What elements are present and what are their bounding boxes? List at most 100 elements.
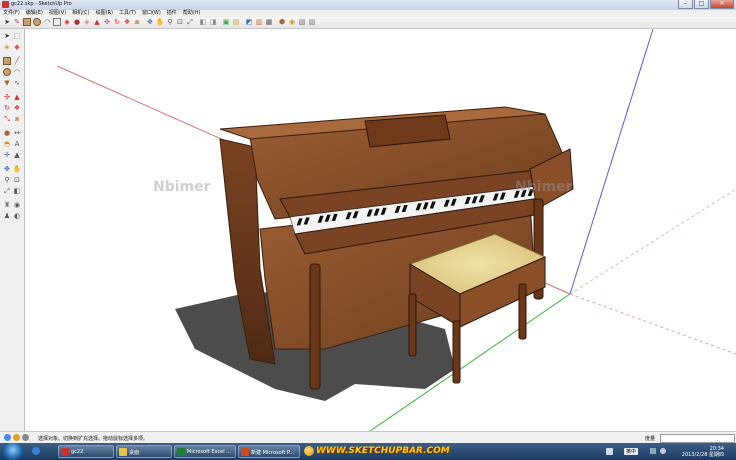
menu-help[interactable]: 帮助(H) (183, 10, 201, 17)
menu-file[interactable]: 文件(F) (3, 10, 20, 17)
rotate-icon[interactable]: ↻ (113, 18, 121, 26)
dimension-icon[interactable]: ↔ (13, 129, 21, 137)
blue-axis (569, 29, 654, 295)
tape-measure-side-icon[interactable]: ● (3, 129, 11, 137)
look-around-icon[interactable]: ◉ (13, 201, 21, 209)
offset-icon[interactable]: ⧈ (133, 18, 141, 26)
next-view-icon[interactable]: ◨ (209, 18, 217, 26)
circle-icon[interactable] (33, 18, 41, 26)
polygon-icon[interactable]: ▼ (3, 79, 11, 87)
select-icon[interactable]: ➤ (3, 32, 11, 40)
section-plane-icon[interactable]: ◐ (13, 212, 21, 220)
extension-warehouse-icon[interactable]: ◉ (288, 18, 296, 26)
share-model-icon[interactable]: ▤ (232, 18, 240, 26)
lasso-icon[interactable]: ⬚ (13, 32, 21, 40)
taskbar: gc22 桌面 Microsoft Excel ... 新建 Microsoft… (0, 443, 736, 460)
arc-side-icon[interactable]: ◠ (13, 68, 21, 76)
circle-side-icon[interactable] (3, 68, 11, 76)
taskbar-item-gc22[interactable]: gc22 (58, 445, 114, 458)
menu-bar: 文件(F) 编辑(E) 视图(V) 相机(C) 绘图(R) 工具(T) 窗口(W… (0, 10, 736, 17)
status-hint: 选择对象。切换到扩充选择。拖动鼠标选择多项。 (38, 436, 149, 442)
axes-icon[interactable]: ✛ (3, 151, 11, 159)
excel-icon (177, 448, 185, 456)
menu-tools[interactable]: 工具(T) (119, 10, 136, 17)
window-controls: – □ ✕ (678, 0, 734, 9)
zoom-extents-side-icon[interactable]: ⤢ (3, 187, 11, 195)
push-pull-icon[interactable]: ▲ (93, 18, 101, 26)
component-icon[interactable]: ◈ (3, 43, 11, 51)
zoom-icon[interactable]: ⚲ (166, 18, 174, 26)
close-button[interactable]: ✕ (710, 0, 734, 9)
start-button[interactable] (2, 443, 24, 460)
green-axis-dashed (569, 188, 736, 295)
user-icon[interactable] (22, 434, 29, 441)
zoom-extents-icon[interactable]: ⤢ (186, 18, 194, 26)
components-icon[interactable]: ▥ (255, 18, 263, 26)
maximize-button[interactable]: □ (694, 0, 709, 9)
previous-view-icon[interactable]: ◧ (199, 18, 207, 26)
get-models-icon[interactable]: ▣ (222, 18, 230, 26)
follow-me-icon[interactable]: ❖ (123, 18, 131, 26)
rectangle-icon[interactable] (23, 18, 31, 26)
follow-me-side-icon[interactable]: ❖ (13, 104, 21, 112)
language-indicator[interactable]: 英中 (624, 448, 639, 455)
menu-window[interactable]: 窗口(W) (142, 10, 161, 17)
menu-view[interactable]: 视图(V) (49, 10, 66, 17)
offset-side-icon[interactable]: ⧈ (13, 115, 21, 123)
arc-icon[interactable]: ◠ (43, 18, 51, 26)
minimize-button[interactable]: – (678, 0, 693, 9)
ie-icon (32, 447, 40, 455)
taskbar-item-excel[interactable]: Microsoft Excel ... (174, 445, 236, 458)
pan-icon[interactable]: ✋ (156, 18, 165, 26)
network-icon[interactable] (650, 448, 656, 454)
measurements-input[interactable] (660, 434, 735, 443)
tape-measure-icon[interactable]: ● (73, 18, 81, 26)
taskbar-item-powerpoint[interactable]: 新建 Microsoft P... (238, 445, 300, 458)
protractor-icon[interactable]: ◓ (3, 140, 11, 148)
push-pull-side-icon[interactable]: ▲ (13, 93, 21, 101)
menu-draw[interactable]: 绘图(R) (96, 10, 113, 17)
line-icon[interactable]: ╱ (13, 57, 21, 65)
volume-icon[interactable] (660, 448, 666, 454)
window-title: gc22.skp - SketchUp Pro (11, 1, 72, 7)
move-side-icon[interactable]: ✣ (3, 93, 11, 101)
credits-icon[interactable] (13, 434, 20, 441)
menu-camera[interactable]: 相机(C) (72, 10, 89, 17)
model-viewport[interactable]: Nbimer Nbimer (25, 29, 736, 431)
pan-side-icon[interactable]: ✋ (13, 165, 22, 173)
scale-icon[interactable]: ⤡ (3, 115, 11, 123)
previous-side-icon[interactable]: ◧ (13, 187, 21, 195)
bench-leg-front-left (408, 293, 417, 357)
orbit-side-icon[interactable]: ✥ (3, 165, 11, 173)
rotate-side-icon[interactable]: ↻ (3, 104, 11, 112)
rectangle-side-icon[interactable] (3, 57, 11, 65)
send-to-layout-icon[interactable]: ▨ (308, 18, 316, 26)
geo-location-icon[interactable] (4, 434, 11, 441)
clock[interactable]: 20:34 2013/2/28 星期四 (682, 446, 724, 458)
styles-icon[interactable]: ▦ (265, 18, 273, 26)
make-component-icon[interactable] (53, 18, 61, 26)
orbit-icon[interactable]: ✥ (146, 18, 154, 26)
select-arrow-icon[interactable]: ➤ (3, 18, 11, 26)
zoom-window-icon[interactable]: ⊡ (176, 18, 184, 26)
layout-icon[interactable]: ▧ (298, 18, 306, 26)
menu-edit[interactable]: 编辑(E) (26, 10, 43, 17)
eraser-side-icon[interactable]: ◆ (13, 43, 21, 51)
walk-icon[interactable]: ♟ (3, 212, 11, 220)
position-camera-icon[interactable]: ♜ (3, 201, 11, 209)
3d-text-icon[interactable]: ▲ (13, 151, 21, 159)
paint-bucket-icon[interactable]: ◈ (83, 18, 91, 26)
text-tool-icon[interactable]: A (13, 140, 21, 148)
taskbar-item-desktop[interactable]: 桌面 (116, 445, 172, 458)
zoom-side-icon[interactable]: ⚲ (3, 176, 11, 184)
keyboard-icon[interactable] (606, 448, 613, 455)
freehand-icon[interactable]: ∿ (13, 79, 21, 87)
get-photo-texture-icon[interactable]: ◩ (245, 18, 253, 26)
eraser-icon[interactable]: ◆ (63, 18, 71, 26)
warehouse-icon[interactable]: ⬢ (278, 18, 286, 26)
menu-plugins[interactable]: 插件 (167, 10, 177, 17)
zoom-window-side-icon[interactable]: ⊡ (13, 176, 21, 184)
taskbar-pinned-ie[interactable] (30, 445, 56, 458)
pencil-icon[interactable]: ✎ (13, 18, 21, 26)
move-icon[interactable]: ✣ (103, 18, 111, 26)
